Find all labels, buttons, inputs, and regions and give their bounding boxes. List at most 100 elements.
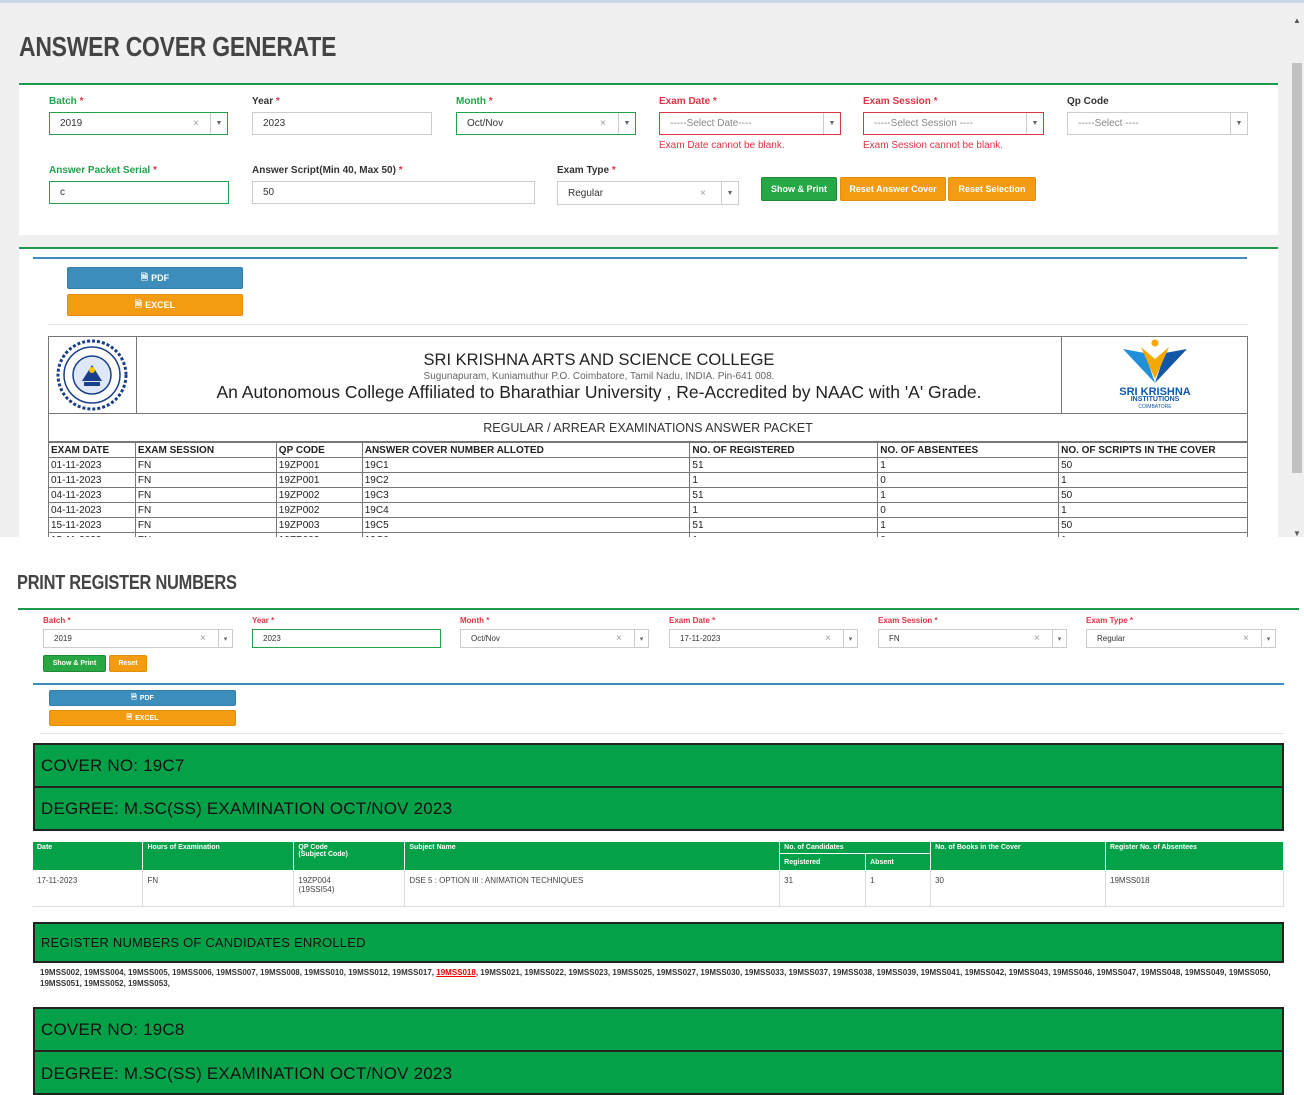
clear-icon[interactable]: × bbox=[825, 633, 831, 644]
exam-details-table: Date Hours of Examination QP Code (Subjec… bbox=[33, 842, 1284, 907]
divider bbox=[40, 733, 1284, 734]
month-select[interactable]: Oct/Nov × ▼ bbox=[456, 112, 636, 135]
table-cell: 01-11-2023 bbox=[48, 457, 136, 473]
exam-date-select[interactable]: -----Select Date---- ▼ bbox=[659, 112, 841, 135]
cell-registered: 31 bbox=[779, 870, 867, 907]
table-cell: 51 bbox=[689, 487, 879, 503]
exam-type-select[interactable]: Regular × ▼ bbox=[557, 181, 739, 205]
college-seal-logo bbox=[56, 339, 128, 411]
table-cell: 19C2 bbox=[361, 472, 691, 488]
exam-date-select[interactable]: 17-11-2023 × ▾ bbox=[669, 629, 858, 648]
divider bbox=[33, 683, 1284, 685]
chevron-down-icon[interactable]: ▼ bbox=[1230, 113, 1247, 134]
table-cell: 0 bbox=[877, 502, 1060, 518]
col-registered: Registered bbox=[779, 853, 867, 870]
clear-icon[interactable]: × bbox=[600, 118, 606, 129]
column-header: NO. OF SCRIPTS IN THE COVER bbox=[1058, 442, 1248, 458]
reset-answer-cover-button[interactable]: Reset Answer Cover bbox=[840, 177, 946, 201]
filter-panel: Batch * 2019 × ▼ Year * 2023 Month * Oct/N… bbox=[19, 83, 1278, 235]
col-hours: Hours of Examination bbox=[142, 842, 295, 870]
pdf-button[interactable]: 🗎 PDF bbox=[49, 690, 236, 706]
column-header: QP CODE bbox=[275, 442, 363, 458]
col-books: No. of Books in the Cover bbox=[930, 842, 1106, 870]
table-cell: 1 bbox=[689, 502, 879, 518]
clear-icon[interactable]: × bbox=[616, 633, 622, 644]
cell-date: 17-11-2023 bbox=[33, 870, 144, 907]
answer-packet-serial-input[interactable]: c bbox=[49, 181, 229, 204]
exam-type-label: Exam Type * bbox=[557, 165, 616, 176]
col-absentees: Register No. of Absentees bbox=[1105, 842, 1284, 870]
table-cell: 0 bbox=[877, 472, 1060, 488]
show-print-button[interactable]: Show & Print bbox=[761, 177, 837, 201]
clear-icon[interactable]: × bbox=[193, 118, 199, 129]
month-select[interactable]: Oct/Nov × ▾ bbox=[460, 629, 649, 648]
chevron-down-icon[interactable]: ▼ bbox=[721, 182, 738, 204]
clear-icon[interactable]: × bbox=[1034, 633, 1040, 644]
divider bbox=[33, 257, 1247, 259]
clear-icon[interactable]: × bbox=[700, 188, 706, 199]
chevron-down-icon[interactable]: ▼ bbox=[618, 113, 635, 134]
scrollbar-thumb[interactable] bbox=[1292, 63, 1302, 473]
chevron-down-icon[interactable]: ▾ bbox=[1052, 630, 1066, 647]
table-cell: 1 bbox=[1058, 472, 1248, 488]
table-row: 15-11-2023 FN 19ZP003 19C5 51 1 50 bbox=[48, 517, 1248, 533]
scroll-down-icon[interactable]: ▼ bbox=[1293, 529, 1301, 537]
reset-button[interactable]: Reset bbox=[109, 655, 147, 672]
table-cell: 19ZP002 bbox=[275, 502, 363, 518]
answer-script-label: Answer Script(Min 40, Max 50) * bbox=[252, 165, 403, 176]
chevron-down-icon[interactable]: ▾ bbox=[1261, 630, 1275, 647]
pdf-button[interactable]: 🗎 PDF bbox=[67, 267, 243, 289]
chevron-down-icon[interactable]: ▾ bbox=[634, 630, 648, 647]
enrolled-heading-bar: REGISTER NUMBERS OF CANDIDATES ENROLLED bbox=[33, 922, 1284, 963]
chevron-down-icon[interactable]: ▾ bbox=[843, 630, 857, 647]
institution-logo-cell: SRI KRISHNA INSTITUTIONS COIMBATORE bbox=[1061, 337, 1247, 413]
chevron-down-icon[interactable]: ▼ bbox=[1026, 113, 1043, 134]
college-seal-cell bbox=[49, 337, 137, 413]
institution-logo-sub: INSTITUTIONS bbox=[1130, 396, 1180, 403]
table-cell: 19C4 bbox=[361, 502, 691, 518]
scrollbar[interactable]: ▲ ▼ bbox=[1290, 11, 1304, 537]
qp-code-select[interactable]: -----Select ---- ▼ bbox=[1067, 112, 1248, 135]
scroll-up-icon[interactable]: ▲ bbox=[1293, 16, 1301, 25]
batch-select[interactable]: 2019 × ▼ bbox=[49, 112, 228, 135]
cell-subject: DSE 5 : OPTION III : ANIMATION TECHNIQUE… bbox=[404, 870, 781, 907]
table-cell: 50 bbox=[1058, 457, 1248, 473]
year-input[interactable]: 2023 bbox=[252, 112, 432, 135]
college-tagline: An Autonomous College Affiliated to Bhar… bbox=[216, 382, 982, 402]
table-cell: FN bbox=[134, 502, 277, 518]
exam-session-select[interactable]: -----Select Session ---- ▼ bbox=[863, 112, 1044, 135]
chevron-down-icon[interactable]: ▾ bbox=[218, 630, 232, 647]
excel-button[interactable]: 🗎 EXCEL bbox=[49, 710, 236, 726]
table-cell: 1 bbox=[1058, 502, 1248, 518]
reset-selection-button[interactable]: Reset Selection bbox=[948, 177, 1036, 201]
table-cell: FN bbox=[134, 532, 277, 537]
clear-icon[interactable]: × bbox=[1243, 633, 1249, 644]
exam-date-error: Exam Date cannot be blank. bbox=[659, 140, 785, 151]
excel-button[interactable]: 🗎 EXCEL bbox=[67, 294, 243, 316]
cover-number-bar: COVER NO: 19C7 bbox=[33, 743, 1284, 788]
col-absent: Absent bbox=[865, 853, 932, 870]
table-cell: 19ZP001 bbox=[275, 457, 363, 473]
page-title: PRINT REGISTER NUMBERS bbox=[17, 572, 237, 594]
chevron-down-icon[interactable]: ▼ bbox=[823, 113, 840, 134]
batch-label: Batch * bbox=[49, 96, 84, 107]
table-cell: 19ZP003 bbox=[275, 517, 363, 533]
table-cell: 1 bbox=[689, 472, 879, 488]
year-label: Year * bbox=[252, 616, 275, 625]
year-input[interactable]: 2023 bbox=[252, 629, 441, 648]
col-date: Date bbox=[33, 842, 144, 870]
exam-session-select[interactable]: FN × ▾ bbox=[878, 629, 1067, 648]
exam-type-select[interactable]: Regular × ▾ bbox=[1086, 629, 1276, 648]
table-body: 01-11-2023 FN 19ZP001 19C1 51 1 50 01-11-2023 FN… bbox=[48, 457, 1248, 537]
college-header: SRI KRISHNA ARTS AND SCIENCE COLLEGE Sug… bbox=[48, 336, 1248, 414]
absentee-register-link[interactable]: 19MSS018 bbox=[436, 968, 476, 977]
batch-select[interactable]: 2019 × ▾ bbox=[43, 629, 233, 648]
show-print-button[interactable]: Show & Print bbox=[43, 655, 106, 672]
clear-icon[interactable]: × bbox=[200, 633, 206, 644]
answer-script-input[interactable]: 50 bbox=[252, 181, 535, 204]
chevron-down-icon[interactable]: ▼ bbox=[210, 113, 227, 134]
answer-cover-screen: ANSWER COVER GENERATE Batch * 2019 × ▼ Yea… bbox=[0, 0, 1304, 537]
month-label: Month * bbox=[456, 96, 493, 107]
table-cell: 0 bbox=[877, 532, 1060, 537]
table-cell: 1 bbox=[1058, 532, 1248, 537]
